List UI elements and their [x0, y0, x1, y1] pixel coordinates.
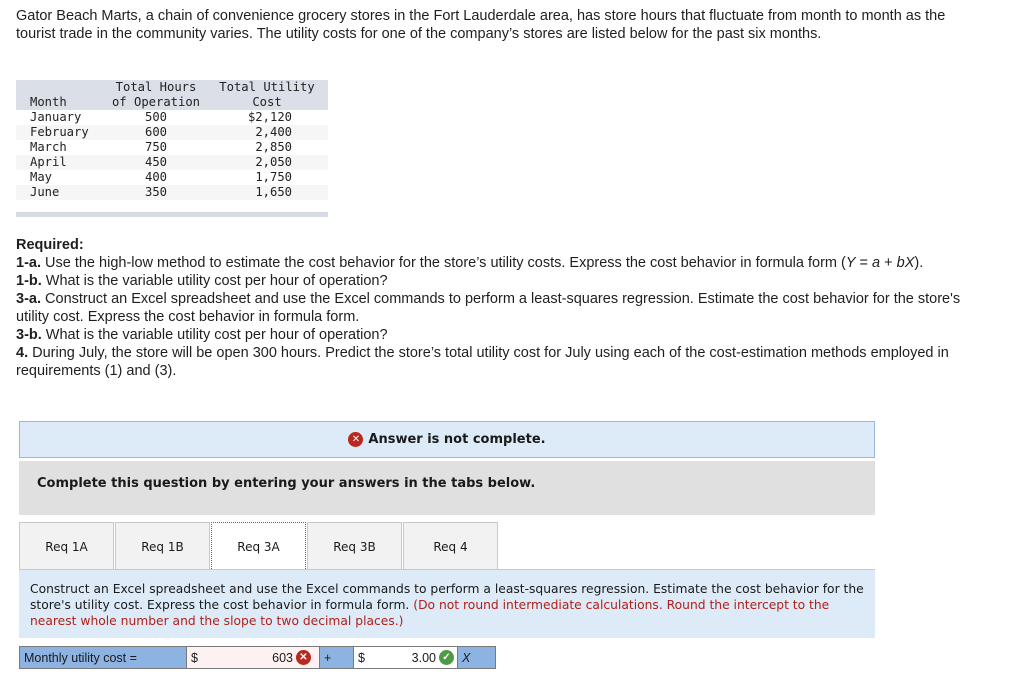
- table-bottom-rule: [16, 212, 328, 217]
- required-section: Required: 1-a. Use the high-low method t…: [16, 236, 966, 380]
- utility-cost-table: Month Total Hours of Operation Total Util…: [16, 80, 328, 217]
- problem-intro: Gator Beach Marts, a chain of convenienc…: [16, 8, 946, 42]
- answer-status-text: Answer is not complete.: [368, 432, 546, 447]
- answer-status-banner: ✕ Answer is not complete.: [19, 421, 875, 458]
- table-row: May 400 1,750: [16, 170, 328, 185]
- instructions-text: Complete this question by entering your …: [37, 476, 536, 491]
- table-row: January 500 $2,120: [16, 110, 328, 125]
- x-circle-icon: ✕: [348, 432, 364, 447]
- requirement-1b: 1-b. What is the variable utility cost p…: [16, 273, 388, 289]
- requirement-3a: 3-a. Construct an Excel spreadsheet and …: [16, 291, 961, 325]
- intercept-value[interactable]: 603: [272, 651, 293, 665]
- variable-x-label: X: [458, 647, 495, 668]
- table-row: April 450 2,050: [16, 155, 328, 170]
- instructions-banner: Complete this question by entering your …: [19, 461, 875, 515]
- tab-req-4[interactable]: Req 4: [403, 522, 498, 570]
- currency-symbol: $: [358, 650, 365, 665]
- tab-req-1b[interactable]: Req 1B: [115, 522, 210, 570]
- correct-check-icon: ✓: [439, 650, 454, 665]
- requirement-1a: 1-a. Use the high-low method to estimate…: [16, 255, 924, 271]
- header-month: Month: [16, 80, 106, 110]
- required-title: Required:: [16, 237, 84, 253]
- requirement-tabs: Req 1A Req 1B Req 3A Req 3B Req 4: [19, 522, 499, 571]
- tab-req-1a[interactable]: Req 1A: [19, 522, 114, 570]
- header-cost: Total Utility Cost: [206, 80, 328, 110]
- table-row: February 600 2,400: [16, 125, 328, 140]
- requirement-4: 4. During July, the store will be open 3…: [16, 345, 949, 379]
- plus-sign: +: [320, 647, 354, 668]
- incorrect-icon: ✕: [296, 650, 311, 665]
- slope-value[interactable]: 3.00: [412, 651, 436, 665]
- tab-req-3b[interactable]: Req 3B: [307, 522, 402, 570]
- slope-input[interactable]: $ 3.00 ✓: [354, 647, 458, 668]
- requirement-3b: 3-b. What is the variable utility cost p…: [16, 327, 388, 343]
- tab-req-3a[interactable]: Req 3A: [211, 522, 306, 571]
- intercept-input[interactable]: $ 603 ✕: [187, 647, 320, 668]
- cost-formula-answer-row: Monthly utility cost = $ 603 ✕ + $ 3.00 …: [19, 646, 496, 669]
- table-row: March 750 2,850: [16, 140, 328, 155]
- currency-symbol: $: [191, 650, 198, 665]
- formula-label: Monthly utility cost =: [20, 647, 187, 668]
- table-row: June 350 1,650: [16, 185, 328, 200]
- header-hours: Total Hours of Operation: [106, 80, 206, 110]
- tab-panel-req-3a: Construct an Excel spreadsheet and use t…: [19, 570, 875, 638]
